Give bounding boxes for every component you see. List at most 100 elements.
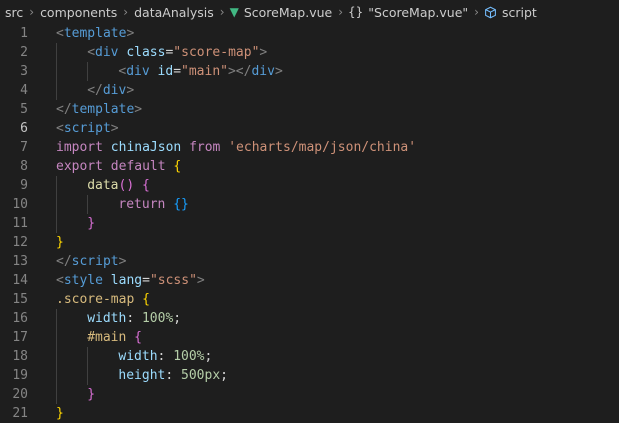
indent-guide <box>87 347 89 366</box>
code-line[interactable]: 6 <script> <box>0 119 619 138</box>
code-token: = <box>173 64 182 79</box>
code-text: } <box>56 233 64 252</box>
code-line[interactable]: 13 </script> <box>0 252 619 271</box>
line-number: 5 <box>20 102 28 117</box>
code-text: </div> <box>87 81 134 100</box>
breadcrumb-item-component[interactable]: "ScoreMap.vue" <box>367 5 469 20</box>
line-number: 21 <box>12 406 28 421</box>
code-text: <div class="score-map"> <box>87 43 267 62</box>
code-line[interactable]: 2 <div class="score-map"> <box>0 43 619 62</box>
line-number: 9 <box>20 178 28 193</box>
code-text: } <box>87 214 95 233</box>
indent-guide <box>56 43 57 62</box>
code-text: export default { <box>56 157 181 176</box>
indent-guide <box>56 347 57 366</box>
code-line[interactable]: 18 width: 100%; <box>0 347 619 366</box>
code-token: > <box>259 45 268 60</box>
code-token: < <box>56 273 64 288</box>
code-line[interactable]: 8 export default { <box>0 157 619 176</box>
code-text: data() { <box>87 176 150 195</box>
code-text: .score-map { <box>56 290 150 309</box>
code-token: </ <box>56 102 72 117</box>
code-token: div <box>126 64 150 79</box>
code-line[interactable]: 17 #main { <box>0 328 619 347</box>
code-token: > <box>126 26 135 41</box>
code-line[interactable]: 10 return {} <box>0 195 619 214</box>
code-token: > <box>274 64 283 79</box>
code-token: < <box>87 45 96 60</box>
code-token: } <box>56 235 64 250</box>
chevron-right-icon: › <box>219 5 225 19</box>
code-line[interactable]: 7 import chinaJson from 'echarts/map/json… <box>0 138 619 157</box>
code-line[interactable]: 14 <style lang="scss"> <box>0 271 619 290</box>
breadcrumb-item-components[interactable]: components <box>39 5 118 20</box>
code-token: } <box>87 387 96 402</box>
code-text: width: 100%; <box>87 309 181 328</box>
braces-icon: {} <box>348 5 364 19</box>
code-token: > <box>118 254 127 269</box>
code-text: <style lang="scss"> <box>56 271 205 290</box>
code-token: </ <box>56 254 72 269</box>
code-line[interactable]: 21} <box>0 404 619 423</box>
code-token: : <box>165 368 182 383</box>
code-token: script <box>71 254 119 269</box>
code-token: 100% <box>141 311 174 326</box>
code-line[interactable]: 9 data() { <box>0 176 619 195</box>
code-token: } <box>56 406 64 421</box>
breadcrumb-item-dataanalysis[interactable]: dataAnalysis <box>133 5 215 20</box>
code-line[interactable]: 19 height: 500px; <box>0 366 619 385</box>
chevron-right-icon: › <box>338 5 344 19</box>
code-token: { <box>134 330 142 345</box>
code-token: template <box>63 26 127 41</box>
code-line[interactable]: 20} <box>0 385 619 404</box>
code-line[interactable]: 12} <box>0 233 619 252</box>
line-number: 7 <box>20 140 28 155</box>
breadcrumb: src › components › dataAnalysis › ▼ Scor… <box>0 0 619 24</box>
line-number: 2 <box>20 45 28 60</box>
code-line[interactable]: 15 .score-map { <box>0 290 619 309</box>
code-token: return <box>118 197 166 212</box>
code-editor[interactable]: 1 <template> 2 <div class="score-map"> 3 <div… <box>0 24 619 423</box>
code-text: #main { <box>87 328 142 347</box>
code-token: : <box>157 349 174 364</box>
indent-guide <box>56 195 57 214</box>
breadcrumb-item-file[interactable]: ScoreMap.vue <box>243 5 333 20</box>
code-text: return {} <box>118 195 188 214</box>
indent-guide <box>56 62 57 81</box>
chevron-right-icon: › <box>123 5 129 19</box>
code-token: ></ <box>227 64 252 79</box>
line-number: 20 <box>12 387 28 402</box>
code-token: width <box>87 311 127 326</box>
indent-guide <box>56 214 57 233</box>
code-token: "score-map" <box>173 45 260 60</box>
code-token: "scss" <box>149 273 197 288</box>
code-text: <template> <box>56 24 134 43</box>
code-token: 100% <box>173 349 205 364</box>
code-line[interactable]: 1 <template> <box>0 24 619 43</box>
code-token: {} <box>173 197 189 212</box>
code-token: { <box>142 292 150 307</box>
indent-guide <box>56 81 57 100</box>
code-token: > <box>134 102 143 117</box>
code-token: class <box>126 45 166 60</box>
code-token: 'echarts/map/json/china' <box>228 140 417 155</box>
code-line[interactable]: 4 </div> <box>0 81 619 100</box>
code-line[interactable]: 5 </template> <box>0 100 619 119</box>
code-token: import <box>56 140 103 155</box>
breadcrumb-item-script[interactable]: script <box>501 5 538 20</box>
breadcrumb-item-src[interactable]: src <box>4 5 24 20</box>
code-line[interactable]: 11} <box>0 214 619 233</box>
code-token: "main" <box>181 64 228 79</box>
indent-guide <box>56 309 57 328</box>
code-line[interactable]: 3 <div id="main"></div> <box>0 62 619 81</box>
indent-guide <box>87 366 89 385</box>
code-text: </template> <box>56 100 142 119</box>
code-token: { <box>173 159 182 174</box>
code-token: ; <box>204 349 213 364</box>
code-line[interactable]: 16 width: 100%; <box>0 309 619 328</box>
line-number: 18 <box>12 349 28 364</box>
line-number: 13 <box>12 254 28 269</box>
